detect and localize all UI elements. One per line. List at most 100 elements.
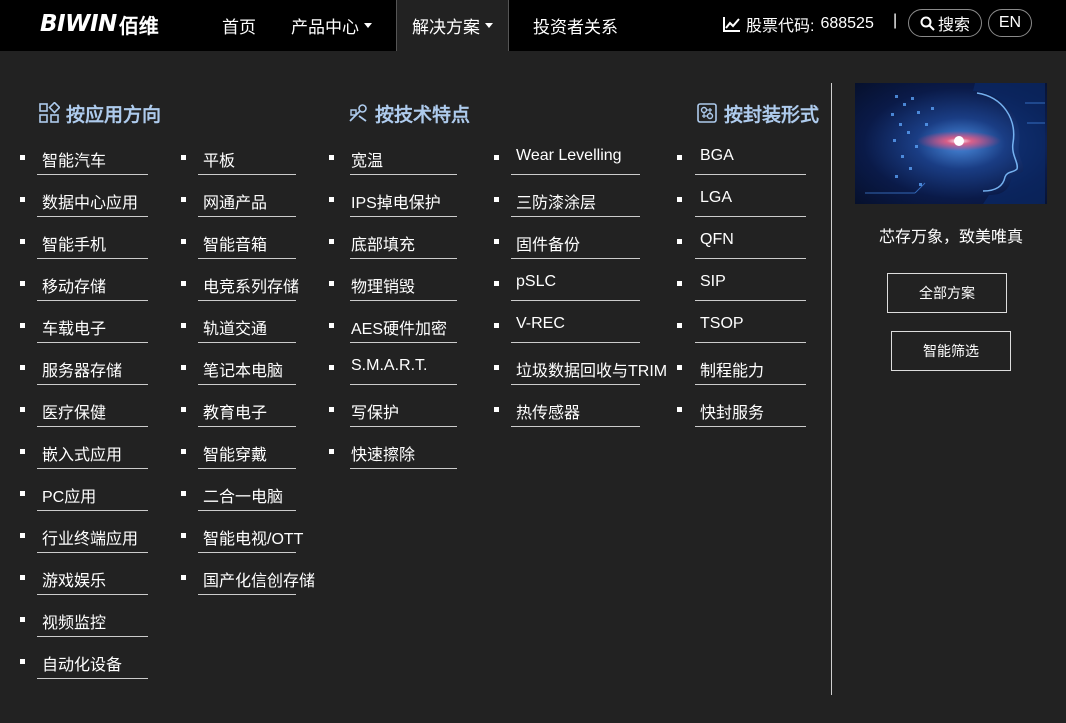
menu-link-underline — [695, 342, 806, 343]
ai-head-banner-image[interactable] — [855, 83, 1047, 204]
menu-link-label: 自动化设备 — [42, 657, 123, 674]
menu-link-label: 三防漆涂层 — [516, 195, 597, 212]
all-solutions-button[interactable]: 全部方案 — [887, 273, 1007, 313]
nav-solutions[interactable]: 解决方案 — [396, 0, 509, 51]
menu-link-label: QFN — [700, 231, 734, 248]
nav-products[interactable]: 产品中心 — [291, 0, 372, 51]
bullet-icon — [677, 323, 682, 328]
menu-link-underline — [37, 258, 148, 259]
section-by-package: 按封装形式 — [696, 100, 819, 126]
nav-home[interactable]: 首页 — [222, 0, 256, 51]
bullet-icon — [494, 239, 499, 244]
line-chart-icon — [723, 16, 740, 32]
menu-link-label: 教育电子 — [203, 405, 268, 422]
bullet-icon — [20, 281, 25, 286]
menu-link-underline — [37, 552, 148, 553]
menu-link-label: 宽温 — [351, 153, 384, 170]
smart-filter-button[interactable]: 智能筛选 — [891, 331, 1011, 371]
menu-link-underline — [350, 216, 457, 217]
chevron-down-icon — [485, 23, 493, 28]
bullet-icon — [677, 365, 682, 370]
logo-latin: BIWIN — [40, 11, 117, 37]
menu-link-underline — [695, 384, 806, 385]
menu-link-label: 轨道交通 — [203, 321, 268, 338]
menu-link-label: 智能电视/OTT — [203, 531, 304, 548]
menu-link-label: 数据中心应用 — [42, 195, 139, 212]
menu-link-label: 智能手机 — [42, 237, 107, 254]
bullet-icon — [329, 449, 334, 454]
bullet-icon — [494, 323, 499, 328]
chevron-down-icon — [364, 23, 372, 28]
nav-products-label: 产品中心 — [291, 18, 359, 37]
menu-link-underline — [511, 300, 640, 301]
menu-link-label: 制程能力 — [700, 363, 765, 380]
menu-link-underline — [37, 300, 148, 301]
bullet-icon — [20, 365, 25, 370]
bullet-icon — [677, 155, 682, 160]
language-button[interactable]: EN — [988, 9, 1032, 37]
search-button[interactable]: 搜索 — [908, 9, 982, 37]
menu-link-underline — [198, 468, 296, 469]
bullet-icon — [20, 617, 25, 622]
menu-link-underline — [350, 300, 457, 301]
menu-link-underline — [695, 258, 806, 259]
bullet-icon — [181, 407, 186, 412]
bullet-icon — [181, 281, 186, 286]
menu-link-label: 固件备份 — [516, 237, 581, 254]
menu-link-label: 医疗保健 — [42, 405, 107, 422]
menu-link-underline — [198, 426, 296, 427]
menu-link-underline — [198, 342, 296, 343]
section-by-application: 按应用方向 — [38, 100, 161, 126]
menu-link-underline — [198, 594, 296, 595]
menu-link-underline — [37, 678, 148, 679]
menu-link-underline — [198, 216, 296, 217]
bullet-icon — [20, 323, 25, 328]
bullet-icon — [181, 365, 186, 370]
menu-link-label: 网通产品 — [203, 195, 268, 212]
section-by-technology: 按技术特点 — [347, 100, 470, 126]
bullet-icon — [494, 365, 499, 370]
menu-link-underline — [198, 384, 296, 385]
menu-link-underline — [695, 216, 806, 217]
menu-link-underline — [37, 174, 148, 175]
menu-link-label: 垃圾数据回收与TRIM — [516, 363, 668, 380]
nav-investor-relations[interactable]: 投资者关系 — [533, 0, 618, 51]
bullet-icon — [677, 407, 682, 412]
menu-link-underline — [350, 468, 457, 469]
bullet-icon — [329, 239, 334, 244]
menu-link-label: LGA — [700, 189, 733, 206]
menu-link-underline — [350, 258, 457, 259]
nav-home-label: 首页 — [222, 18, 256, 37]
menu-link-underline — [695, 174, 806, 175]
menu-link-underline — [350, 384, 457, 385]
menu-link-underline — [198, 552, 296, 553]
menu-link-label: 底部填充 — [351, 237, 416, 254]
promo-slogan: 芯存万象，致美唯真 — [878, 229, 1023, 246]
language-label: EN — [998, 14, 1022, 31]
menu-link-label: AES硬件加密 — [351, 321, 448, 338]
bullet-icon — [181, 197, 186, 202]
menu-link-label: 智能穿戴 — [203, 447, 268, 464]
nav-solutions-label: 解决方案 — [412, 18, 480, 37]
bullet-icon — [329, 365, 334, 370]
bullet-icon — [181, 533, 186, 538]
menu-link-label: 服务器存储 — [42, 363, 123, 380]
bullet-icon — [329, 197, 334, 202]
menu-link-underline — [511, 342, 640, 343]
menu-link-underline — [350, 174, 457, 175]
menu-link-label: 物理销毁 — [351, 279, 416, 296]
bullet-icon — [181, 323, 186, 328]
logo-cn: 佰维 — [118, 13, 159, 38]
bullet-icon — [494, 407, 499, 412]
bullet-icon — [494, 197, 499, 202]
biwin-logo[interactable]: BIWIN 佰维 — [40, 10, 159, 38]
stock-code[interactable]: 股票代码: 688525 — [723, 0, 874, 47]
bullet-icon — [677, 197, 682, 202]
bullet-icon — [329, 323, 334, 328]
menu-link-label: BGA — [700, 147, 734, 164]
menu-link-label: 平板 — [203, 153, 236, 170]
menu-link-label: SIP — [700, 273, 726, 290]
menu-link-label: 快速擦除 — [351, 447, 416, 464]
menu-link-underline — [511, 426, 640, 427]
menu-link-label: 移动存储 — [42, 279, 107, 296]
